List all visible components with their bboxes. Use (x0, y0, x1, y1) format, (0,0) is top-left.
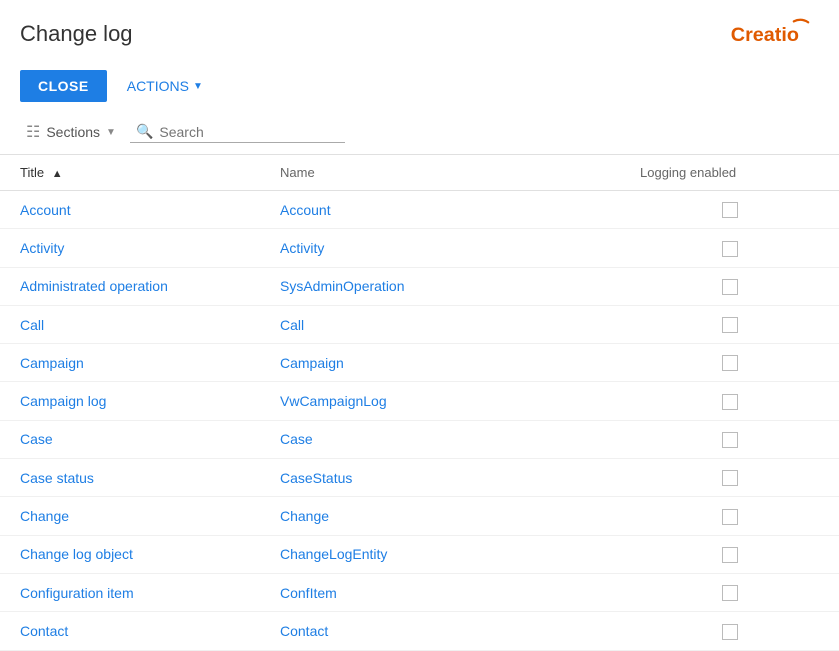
sections-button[interactable]: ☷ Sections ▼ (20, 118, 122, 146)
cell-logging-enabled (620, 344, 839, 382)
logging-checkbox[interactable] (722, 509, 738, 525)
page-header: Change log Creatio (0, 0, 839, 62)
table-row: ActivityActivity (0, 229, 839, 267)
logging-checkbox[interactable] (722, 355, 738, 371)
close-button[interactable]: CLOSE (20, 70, 107, 102)
cell-title[interactable]: Case (0, 420, 260, 458)
cell-title[interactable]: Change log object (0, 535, 260, 573)
sections-grid-icon: ☷ (26, 122, 40, 142)
cell-logging-enabled (620, 497, 839, 535)
cell-name[interactable]: Change (260, 497, 620, 535)
cell-logging-enabled (620, 191, 839, 229)
cell-logging-enabled (620, 612, 839, 650)
search-container: 🔍 (130, 121, 345, 143)
cell-name[interactable]: ConfItem (260, 573, 620, 611)
table-body: AccountAccountActivityActivityAdministra… (0, 191, 839, 651)
cell-logging-enabled (620, 305, 839, 343)
chevron-down-icon: ▼ (193, 81, 203, 92)
column-logging-enabled: Logging enabled (620, 155, 839, 191)
table-row: Administrated operationSysAdminOperation (0, 267, 839, 305)
toolbar: CLOSE ACTIONS ▼ (0, 62, 839, 110)
cell-logging-enabled (620, 420, 839, 458)
cell-title[interactable]: Change (0, 497, 260, 535)
svg-text:Creatio: Creatio (731, 24, 799, 46)
cell-title[interactable]: Campaign (0, 344, 260, 382)
cell-name[interactable]: Call (260, 305, 620, 343)
search-input[interactable] (159, 124, 339, 140)
cell-logging-enabled (620, 459, 839, 497)
logging-checkbox[interactable] (722, 279, 738, 295)
cell-name[interactable]: SysAdminOperation (260, 267, 620, 305)
logging-checkbox[interactable] (722, 394, 738, 410)
logging-checkbox[interactable] (722, 585, 738, 601)
cell-name[interactable]: Campaign (260, 344, 620, 382)
cell-name[interactable]: Account (260, 191, 620, 229)
cell-title[interactable]: Administrated operation (0, 267, 260, 305)
cell-title[interactable]: Account (0, 191, 260, 229)
cell-name[interactable]: Activity (260, 229, 620, 267)
cell-title[interactable]: Contact (0, 612, 260, 650)
column-name: Name (260, 155, 620, 191)
page-title: Change log (20, 21, 133, 47)
logging-checkbox[interactable] (722, 317, 738, 333)
cell-name[interactable]: Contact (260, 612, 620, 650)
creatio-logo: Creatio (729, 16, 819, 52)
cell-name[interactable]: ChangeLogEntity (260, 535, 620, 573)
sections-label: Sections (46, 124, 100, 140)
cell-logging-enabled (620, 535, 839, 573)
sort-asc-icon: ▲ (52, 168, 63, 180)
cell-logging-enabled (620, 573, 839, 611)
change-log-table: Title ▲ Name Logging enabled AccountAcco… (0, 155, 839, 651)
logging-checkbox[interactable] (722, 470, 738, 486)
logging-checkbox[interactable] (722, 432, 738, 448)
table-row: AccountAccount (0, 191, 839, 229)
logging-checkbox[interactable] (722, 547, 738, 563)
cell-title[interactable]: Call (0, 305, 260, 343)
search-icon: 🔍 (136, 123, 153, 140)
table-row: Configuration itemConfItem (0, 573, 839, 611)
logging-checkbox[interactable] (722, 241, 738, 257)
cell-title[interactable]: Campaign log (0, 382, 260, 420)
table-row: CampaignCampaign (0, 344, 839, 382)
column-title[interactable]: Title ▲ (0, 155, 260, 191)
table-header: Title ▲ Name Logging enabled (0, 155, 839, 191)
table-row: CaseCase (0, 420, 839, 458)
cell-logging-enabled (620, 382, 839, 420)
cell-name[interactable]: CaseStatus (260, 459, 620, 497)
table-row: CallCall (0, 305, 839, 343)
cell-name[interactable]: Case (260, 420, 620, 458)
table-row: ContactContact (0, 612, 839, 650)
cell-title[interactable]: Configuration item (0, 573, 260, 611)
table-container: Title ▲ Name Logging enabled AccountAcco… (0, 155, 839, 651)
cell-title[interactable]: Case status (0, 459, 260, 497)
table-row: Change log objectChangeLogEntity (0, 535, 839, 573)
cell-title[interactable]: Activity (0, 229, 260, 267)
cell-name[interactable]: VwCampaignLog (260, 382, 620, 420)
filter-bar: ☷ Sections ▼ 🔍 (0, 110, 839, 155)
logging-checkbox[interactable] (722, 202, 738, 218)
cell-logging-enabled (620, 229, 839, 267)
logging-checkbox[interactable] (722, 624, 738, 640)
table-row: ChangeChange (0, 497, 839, 535)
actions-button[interactable]: ACTIONS ▼ (119, 70, 211, 102)
sections-chevron-icon: ▼ (106, 127, 116, 138)
cell-logging-enabled (620, 267, 839, 305)
table-row: Campaign logVwCampaignLog (0, 382, 839, 420)
table-row: Case statusCaseStatus (0, 459, 839, 497)
